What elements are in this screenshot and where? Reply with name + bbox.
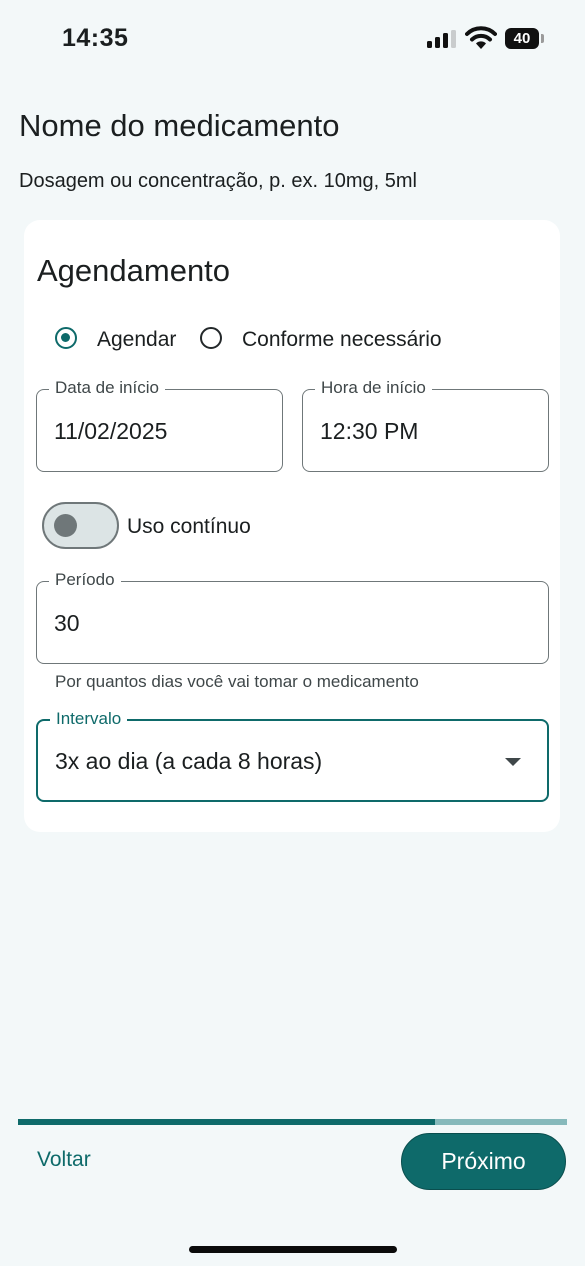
start-time-label: Hora de início (315, 378, 432, 398)
dropdown-arrow-icon (505, 758, 521, 766)
radio-as-needed-label[interactable]: Conforme necessário (242, 328, 442, 352)
dosage-hint[interactable]: Dosagem ou concentração, p. ex. 10mg, 5m… (19, 170, 417, 193)
start-date-value: 11/02/2025 (54, 418, 168, 444)
wifi-icon (465, 26, 497, 49)
start-date-field[interactable]: Data de início 11/02/2025 (36, 378, 283, 472)
continuous-use-label: Uso contínuo (127, 515, 251, 538)
battery-icon: 40 (505, 28, 539, 49)
radio-as-needed[interactable] (200, 327, 222, 349)
start-time-value: 12:30 PM (320, 418, 419, 444)
period-label: Período (49, 570, 121, 590)
back-button[interactable]: Voltar (37, 1148, 91, 1172)
radio-schedule-label[interactable]: Agendar (97, 328, 176, 352)
start-date-label: Data de início (49, 378, 165, 398)
battery-cap (541, 34, 544, 43)
continuous-use-toggle[interactable] (42, 502, 119, 549)
progress-bar (18, 1119, 567, 1125)
start-time-field[interactable]: Hora de início 12:30 PM (302, 378, 549, 472)
interval-label: Intervalo (50, 709, 128, 729)
period-value: 30 (54, 610, 80, 636)
progress-fill (18, 1119, 436, 1125)
period-field[interactable]: Período 30 (36, 570, 549, 664)
radio-schedule[interactable] (55, 327, 77, 349)
medication-name[interactable]: Nome do medicamento (19, 108, 340, 144)
period-helper-text: Por quantos dias você vai tomar o medica… (55, 672, 419, 691)
toggle-knob (54, 514, 77, 537)
cellular-signal-icon (427, 30, 459, 48)
home-indicator (189, 1246, 397, 1253)
status-time: 14:35 (62, 24, 129, 52)
schedule-title: Agendamento (37, 253, 231, 288)
interval-value: 3x ao dia (a cada 8 horas) (55, 748, 323, 774)
interval-dropdown[interactable]: Intervalo 3x ao dia (a cada 8 horas) (36, 709, 549, 802)
next-button[interactable]: Próximo (401, 1133, 566, 1190)
